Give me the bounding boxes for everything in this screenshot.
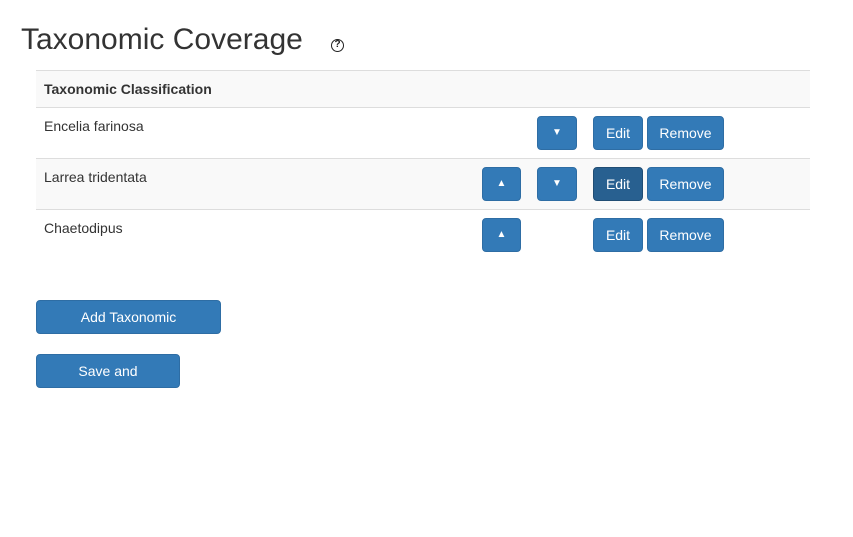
edit-button[interactable]: Edit [593, 116, 643, 150]
taxon-name: Larrea tridentata [44, 169, 147, 185]
remove-button[interactable]: Remove [647, 167, 724, 201]
help-icon[interactable]: ? [331, 39, 344, 52]
add-taxonomic-coverage-button[interactable]: Add Taxonomic Coverage [36, 300, 221, 357]
move-down-button[interactable]: ▼ [537, 116, 577, 150]
title-row: Taxonomic Coverage [21, 20, 303, 60]
page-title: Taxonomic Coverage [21, 23, 303, 56]
edit-button[interactable]: Edit [593, 167, 643, 201]
table-header: Taxonomic Classification [36, 71, 810, 108]
remove-button[interactable]: Remove [647, 116, 724, 150]
table-row: Larrea tridentata ▲ ▼ Edit Remove [36, 159, 810, 210]
page: Taxonomic Coverage ? Taxonomic Classific… [0, 0, 853, 537]
move-up-button[interactable]: ▲ [482, 167, 521, 201]
move-up-button[interactable]: ▲ [482, 218, 521, 252]
table-row: Chaetodipus ▲ Edit Remove [36, 210, 810, 261]
remove-button[interactable]: Remove [647, 218, 724, 252]
edit-button[interactable]: Edit [593, 218, 643, 252]
table-row: Encelia farinosa ▼ Edit Remove [36, 108, 810, 159]
move-down-button[interactable]: ▼ [537, 167, 577, 201]
taxonomic-table: Taxonomic Classification Encelia farinos… [36, 70, 810, 261]
save-and-continue-button[interactable]: Save and Continue [36, 354, 180, 411]
taxon-name: Encelia farinosa [44, 118, 144, 134]
taxon-name: Chaetodipus [44, 220, 123, 236]
